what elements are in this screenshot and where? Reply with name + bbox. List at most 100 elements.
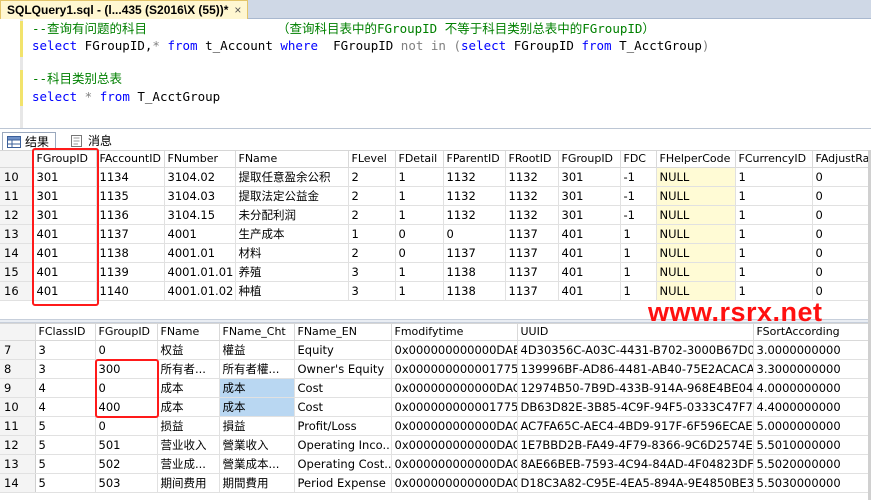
grid-cell[interactable]: 3.3000000000 <box>753 359 868 379</box>
grid-cell[interactable]: 1 <box>620 262 657 282</box>
grid-cell[interactable]: Period Expense <box>294 473 392 493</box>
grid-cell[interactable]: 1 <box>735 262 813 282</box>
column-header[interactable]: FName <box>235 151 349 168</box>
table-row[interactable]: 12 5 501 营业收入 營業收入 Operating Inco... 0x0000000… <box>0 435 868 455</box>
grid-cell[interactable]: 3104.02 <box>164 167 236 187</box>
grid-cell[interactable]: 2 <box>348 205 396 225</box>
grid-cell[interactable]: 1134 <box>96 167 165 187</box>
grid-cell[interactable]: 期间费用 <box>157 473 220 493</box>
column-header[interactable]: FAccountID <box>96 151 165 168</box>
grid-cell[interactable]: 3104.15 <box>164 205 236 225</box>
grid-cell[interactable]: 3104.03 <box>164 186 236 206</box>
grid-cell[interactable]: 1137 <box>443 243 506 263</box>
column-header[interactable]: FHelperCode <box>656 151 736 168</box>
table-row[interactable]: 15 401 1139 4001.01.01 养殖 3 1 1138 1137 401 1 NULL 1… <box>0 262 868 282</box>
grid-cell[interactable]: 501 <box>95 435 158 455</box>
grid-cell[interactable]: 成本 <box>157 378 220 398</box>
row-number[interactable]: 8 <box>0 359 36 379</box>
column-header[interactable]: FLevel <box>348 151 396 168</box>
grid-cell[interactable]: NULL <box>656 224 736 244</box>
column-header[interactable]: FGroupID <box>95 324 158 341</box>
grid-cell[interactable]: 1137 <box>505 243 559 263</box>
grid-cell[interactable]: 1 <box>735 186 813 206</box>
grid-cell[interactable]: Cost <box>294 378 392 398</box>
grid-cell[interactable]: 1 <box>735 167 813 187</box>
grid-cell[interactable]: 成本 <box>219 397 295 417</box>
grid-cell[interactable]: 1 <box>620 224 657 244</box>
grid-cell[interactable]: 1 <box>395 281 444 301</box>
grid-cell[interactable]: 所有者權... <box>219 359 295 379</box>
grid-cell[interactable]: 502 <box>95 454 158 474</box>
grid-cell[interactable]: 1 <box>395 205 444 225</box>
column-header[interactable]: FAdjustRate <box>812 151 868 168</box>
code-line-2[interactable]: select FGroupID,* from t_Account where F… <box>32 37 709 54</box>
grid-cell[interactable]: 3 <box>348 281 396 301</box>
grid-cell[interactable]: -1 <box>620 186 657 206</box>
grid-cell[interactable]: 材料 <box>235 243 349 263</box>
grid-cell[interactable]: 0 <box>395 243 444 263</box>
grid-cell[interactable]: Profit/Loss <box>294 416 392 436</box>
grid-cell[interactable]: DB63D82E-3B85-4C9F-94F5-0333C47F7226 <box>517 397 754 417</box>
grid-cell[interactable]: 401 <box>558 262 621 282</box>
grid-cell[interactable]: 期間費用 <box>219 473 295 493</box>
row-number[interactable]: 11 <box>0 186 34 206</box>
grid-cell[interactable]: 1137 <box>505 224 559 244</box>
column-header[interactable]: FCurrencyID <box>735 151 813 168</box>
grid-cell[interactable]: 1 <box>735 224 813 244</box>
grid-cell[interactable]: 0x000000000000DAC3 <box>391 435 518 455</box>
row-number[interactable]: 10 <box>0 167 34 187</box>
row-number[interactable]: 12 <box>0 205 34 225</box>
grid-cell[interactable]: 养殖 <box>235 262 349 282</box>
grid-cell[interactable]: Operating Cost... <box>294 454 392 474</box>
grid-cell[interactable]: -1 <box>620 205 657 225</box>
row-number[interactable]: 9 <box>0 378 36 398</box>
grid-cell[interactable]: 1 <box>735 243 813 263</box>
grid-cell[interactable]: 营业收入 <box>157 435 220 455</box>
grid-cell[interactable]: 301 <box>558 167 621 187</box>
table-row[interactable]: 14 401 1138 4001.01 材料 2 0 1137 1137 401 1 NULL 1 0 <box>0 243 868 263</box>
grid-cell[interactable]: 提取任意盈余公积 <box>235 167 349 187</box>
grid-cell[interactable]: 1132 <box>443 205 506 225</box>
row-number[interactable]: 15 <box>0 262 34 282</box>
column-header[interactable]: Fmodifytime <box>391 324 518 341</box>
grid-cell[interactable]: 3 <box>35 359 96 379</box>
grid-cell[interactable]: 成本 <box>219 378 295 398</box>
grid-cell[interactable]: NULL <box>656 186 736 206</box>
grid-cell[interactable]: 1135 <box>96 186 165 206</box>
grid-cell[interactable]: Operating Inco... <box>294 435 392 455</box>
grid-cell[interactable]: 1140 <box>96 281 165 301</box>
grid-cell[interactable]: 1 <box>395 262 444 282</box>
grid-cell[interactable]: 0x000000000000DAC4 <box>391 454 518 474</box>
grid-cell[interactable]: 0 <box>812 205 868 225</box>
table-row[interactable]: 11 301 1135 3104.03 提取法定公益金 2 1 1132 1132 301 -1 NU… <box>0 186 868 206</box>
grid-cell[interactable]: NULL <box>656 205 736 225</box>
row-number[interactable]: 16 <box>0 281 34 301</box>
row-number[interactable]: 12 <box>0 435 36 455</box>
grid-cell[interactable]: 1137 <box>96 224 165 244</box>
table-row[interactable]: 7 3 0 权益 權益 Equity 0x000000000000DABE 4D30356C-… <box>0 340 868 360</box>
column-header[interactable]: FDetail <box>395 151 444 168</box>
row-number[interactable]: 13 <box>0 224 34 244</box>
table-row[interactable]: 13 401 1137 4001 生产成本 1 0 0 1137 401 1 NULL 1 0 <box>0 224 868 244</box>
grid-cell[interactable]: Equity <box>294 340 392 360</box>
row-header-corner[interactable] <box>0 324 36 341</box>
grid-cell[interactable]: 8AE66BEB-7593-4C94-84AD-4F04823DFB31 <box>517 454 754 474</box>
grid-cell[interactable]: 5 <box>35 416 96 436</box>
grid-cell[interactable]: 1137 <box>505 262 559 282</box>
grid-cell[interactable]: 4001.01.01 <box>164 262 236 282</box>
grid-cell[interactable]: 權益 <box>219 340 295 360</box>
grid-cell[interactable]: 损益 <box>157 416 220 436</box>
grid-cell[interactable]: 3 <box>35 340 96 360</box>
grid-cell[interactable]: 0x000000000000DAC0 <box>391 378 518 398</box>
grid-cell[interactable]: 1138 <box>443 262 506 282</box>
table-row[interactable]: 10 301 1134 3104.02 提取任意盈余公积 2 1 1132 1132 301 -1 N… <box>0 167 868 187</box>
grid-cell[interactable]: 1136 <box>96 205 165 225</box>
grid-cell[interactable]: 1 <box>395 186 444 206</box>
grid-cell[interactable]: NULL <box>656 262 736 282</box>
code-line-1[interactable]: --查询有问题的科目 （查询科目表中的FGroupID 不等于科目类别总表中的FG… <box>32 20 655 37</box>
column-header[interactable]: FDC <box>620 151 657 168</box>
grid-cell[interactable]: 0 <box>395 224 444 244</box>
grid-cell[interactable]: 成本 <box>157 397 220 417</box>
grid-cell[interactable]: 營業成本... <box>219 454 295 474</box>
grid-cell[interactable]: 12974B50-7B9D-433B-914A-968E4BE04916 <box>517 378 754 398</box>
